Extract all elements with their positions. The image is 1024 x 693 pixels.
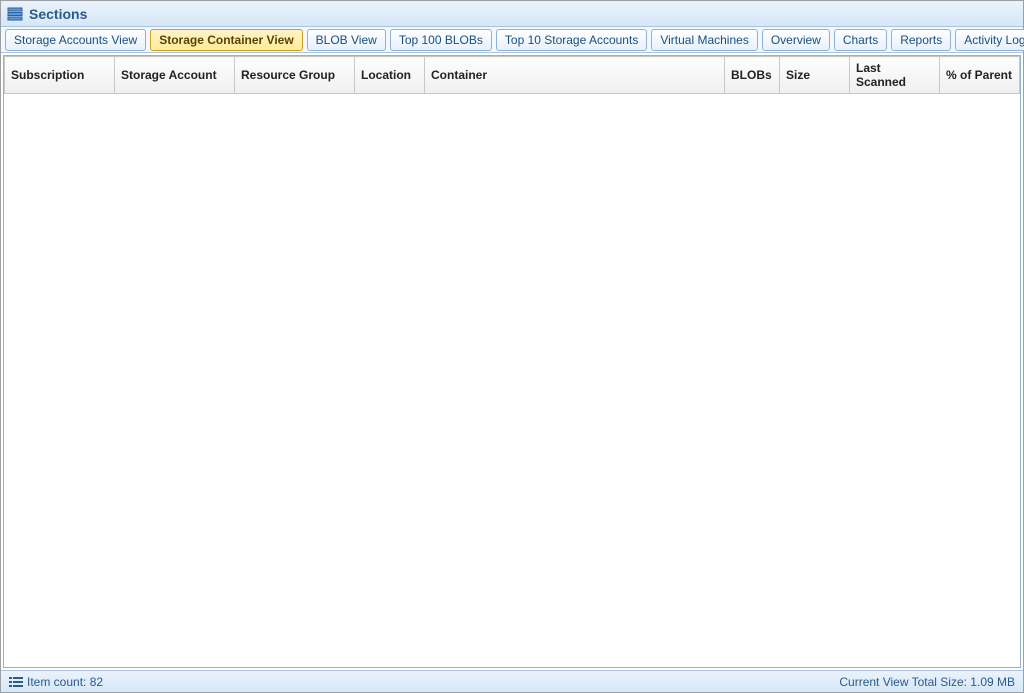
tab-storage-accounts-view[interactable]: Storage Accounts View [5,29,146,51]
column-header[interactable]: BLOBs [725,57,780,94]
tab-storage-container-view[interactable]: Storage Container View [150,29,302,51]
column-header[interactable]: Storage Account [115,57,235,94]
titlebar: Sections [1,1,1023,27]
header-row: SubscriptionStorage AccountResource Grou… [5,57,1020,94]
statusbar: Item count: 82 Current View Total Size: … [1,670,1023,692]
column-header[interactable]: Subscription [5,57,115,94]
column-header[interactable]: Location [355,57,425,94]
column-header[interactable]: Resource Group [235,57,355,94]
status-item-count: Item count: 82 [27,675,103,689]
sections-icon [7,6,23,22]
grid-container: SubscriptionStorage AccountResource Grou… [3,55,1021,668]
grid-scroll[interactable]: SubscriptionStorage AccountResource Grou… [4,56,1020,667]
tab-virtual-machines[interactable]: Virtual Machines [651,29,758,51]
data-grid: SubscriptionStorage AccountResource Grou… [4,56,1020,94]
tab-overview[interactable]: Overview [762,29,830,51]
column-header[interactable]: Size [780,57,850,94]
tab-reports[interactable]: Reports [891,29,951,51]
column-header[interactable]: Last Scanned [850,57,940,94]
column-header[interactable]: Container [425,57,725,94]
status-total-size: Current View Total Size: 1.09 MB [839,675,1015,689]
tabstrip: Storage Accounts ViewStorage Container V… [1,27,1023,53]
tab-top-10-storage-accounts[interactable]: Top 10 Storage Accounts [496,29,647,51]
column-header[interactable]: % of Parent [940,57,1020,94]
app-window: Sections Storage Accounts ViewStorage Co… [0,0,1024,693]
tab-activity-log[interactable]: Activity Log [955,29,1024,51]
list-icon [9,676,23,688]
tab-blob-view[interactable]: BLOB View [307,29,386,51]
tab-top-100-blobs[interactable]: Top 100 BLOBs [390,29,492,51]
tab-charts[interactable]: Charts [834,29,887,51]
window-title: Sections [29,6,87,22]
